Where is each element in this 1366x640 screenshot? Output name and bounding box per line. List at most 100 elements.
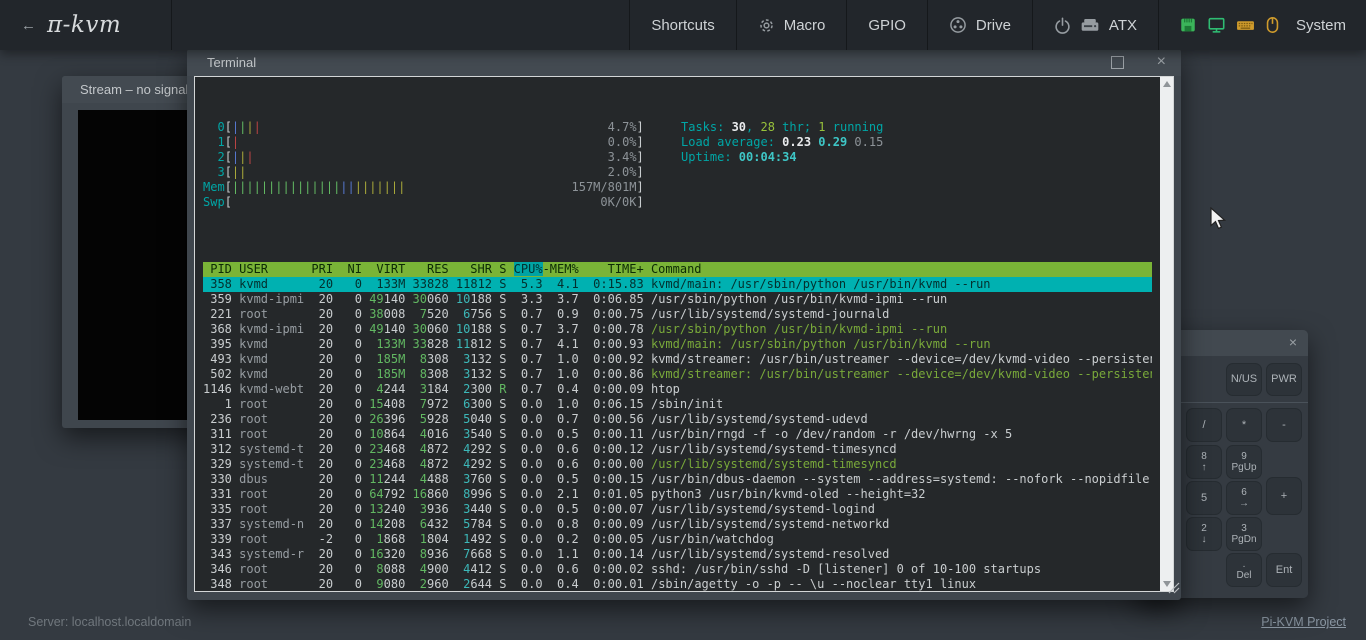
process-row[interactable]: 346 root 20 0 8088 4900 4412 S 0.0 0.6 0…: [203, 562, 1152, 577]
htop-output: 0[|||| 4.7%] 1[| 0.0%] 2[||| 3.4%] 3[||: [203, 77, 1152, 591]
key-6[interactable]: 6→: [1226, 481, 1262, 515]
menu-item-gpio[interactable]: GPIO: [846, 0, 927, 50]
key-plus[interactable]: +: [1266, 477, 1302, 515]
key-divide[interactable]: /: [1186, 408, 1222, 442]
pikvm-logo: π-kvm: [47, 12, 121, 38]
server-hostname: Server: localhost.localdomain: [28, 615, 191, 629]
key-sublabel: ↓: [1202, 534, 1207, 545]
key-8[interactable]: 8↑: [1186, 445, 1222, 479]
ethernet-status-icon: [1179, 16, 1197, 34]
process-row[interactable]: 329 systemd-t 20 0 23468 4872 4292 S 0.0…: [203, 457, 1152, 472]
key-subtract[interactable]: -: [1266, 408, 1302, 442]
terminal-title: Terminal: [207, 55, 256, 70]
maximize-icon[interactable]: [1111, 56, 1124, 69]
menu-item-label: Shortcuts: [651, 17, 714, 34]
stream-title: Stream – no signal: [80, 82, 188, 97]
key-enter[interactable]: Ent: [1266, 553, 1302, 587]
cpu-meter: 1[| 0.0%]: [203, 135, 1152, 150]
key-sublabel: ↑: [1202, 462, 1207, 473]
key-label: .: [1243, 559, 1246, 570]
key-numlock[interactable]: N/US: [1226, 363, 1262, 396]
pikvm-project-link[interactable]: Pi-KVM Project: [1261, 615, 1346, 629]
process-row[interactable]: 331 root 20 0 64792 16860 8996 S 0.0 2.1…: [203, 487, 1152, 502]
process-row[interactable]: 339 root -2 0 1868 1804 1492 S 0.0 0.2 0…: [203, 532, 1152, 547]
cpu-meter: 2[||| 3.4%]: [203, 150, 1152, 165]
pikvm-app: ← π-kvm Shortcuts Macro GPIO Drive ATX Syste…: [0, 0, 1366, 640]
summary-line: Load average: 0.23 0.29 0.15: [681, 135, 883, 150]
system-group[interactable]: System: [1158, 0, 1366, 50]
process-row[interactable]: 1 root 20 0 15408 7972 6300 S 0.0 1.0 0:…: [203, 397, 1152, 412]
key-label: 3: [1241, 523, 1247, 534]
key-dot[interactable]: .Del: [1226, 553, 1262, 587]
disc-icon: [949, 16, 967, 34]
key-multiply[interactable]: *: [1226, 408, 1262, 442]
menu-item-label: Macro: [784, 17, 826, 34]
resize-grip-icon[interactable]: [1164, 578, 1180, 599]
monitor-status-icon: [1207, 16, 1226, 34]
terminal-window: Terminal × 0[|||| 4.7%] 1[| 0.0%] 2[|||: [187, 49, 1181, 600]
key-2[interactable]: 2↓: [1186, 517, 1222, 551]
key-3[interactable]: 3PgDn: [1226, 517, 1262, 551]
process-row[interactable]: 358 kvmd 20 0 133M 33828 11812 S 5.3 4.1…: [203, 277, 1152, 292]
terminal-screen[interactable]: 0[|||| 4.7%] 1[| 0.0%] 2[||| 3.4%] 3[||: [194, 76, 1174, 592]
process-row[interactable]: 221 root 20 0 38008 7520 6756 S 0.7 0.9 …: [203, 307, 1152, 322]
key-power[interactable]: PWR: [1266, 363, 1302, 396]
process-row[interactable]: 502 kvmd 20 0 185M 8308 3132 S 0.7 1.0 0…: [203, 367, 1152, 382]
terminal-scrollbar[interactable]: [1160, 77, 1173, 591]
back-arrow-icon[interactable]: ←: [21, 17, 36, 34]
keypad-close-icon[interactable]: ×: [1289, 334, 1297, 350]
menu-item-shortcuts[interactable]: Shortcuts: [629, 0, 735, 50]
key-label: 9: [1241, 451, 1247, 462]
header-spacer: [172, 0, 629, 50]
key-label: 2: [1201, 523, 1207, 534]
process-row[interactable]: 395 kvmd 20 0 133M 33828 11812 S 0.7 4.1…: [203, 337, 1152, 352]
summary-line: Uptime: 00:04:34: [681, 150, 883, 165]
key-sublabel: →: [1239, 498, 1249, 509]
process-row[interactable]: 312 systemd-t 20 0 23468 4872 4292 S 0.0…: [203, 442, 1152, 457]
mouse-status-icon: [1265, 16, 1280, 34]
key-9[interactable]: 9PgUp: [1226, 445, 1262, 479]
process-row[interactable]: 348 root 20 0 9080 2960 2644 S 0.0 0.4 0…: [203, 577, 1152, 591]
server-icon: [1080, 17, 1100, 33]
process-row[interactable]: 359 kvmd-ipmi 20 0 49140 30060 10188 S 3…: [203, 292, 1152, 307]
process-row[interactable]: 330 dbus 20 0 11244 4488 3760 S 0.0 0.5 …: [203, 472, 1152, 487]
process-row[interactable]: 236 root 20 0 26396 5928 5040 S 0.0 0.7 …: [203, 412, 1152, 427]
key-label: 6: [1241, 487, 1247, 498]
cpu-meter: 0[|||| 4.7%]: [203, 120, 1152, 135]
process-row[interactable]: 337 systemd-n 20 0 14208 6432 5784 S 0.0…: [203, 517, 1152, 532]
system-label: System: [1296, 17, 1346, 34]
mouse-cursor: [1210, 207, 1232, 236]
menu-item-atx[interactable]: ATX: [1032, 0, 1158, 50]
process-row[interactable]: 493 kvmd 20 0 185M 8308 3132 S 0.7 1.0 0…: [203, 352, 1152, 367]
cpu-meter: Swp[ 0K/0K]: [203, 195, 1152, 210]
cpu-meter: 3[|| 2.0%]: [203, 165, 1152, 180]
logo-section: ← π-kvm: [0, 0, 172, 50]
close-icon[interactable]: ×: [1157, 52, 1166, 72]
summary-line: Tasks: 30, 28 thr; 1 running: [681, 120, 883, 135]
htop-meters: 0[|||| 4.7%] 1[| 0.0%] 2[||| 3.4%] 3[||: [203, 120, 1152, 210]
htop-header-row: PID USER PRI NI VIRT RES SHR S CPU%-MEM%…: [203, 262, 1152, 277]
header-menu: Shortcuts Macro GPIO Drive ATX: [629, 0, 1158, 50]
htop-summary: Tasks: 30, 28 thr; 1 runningLoad average…: [681, 120, 883, 165]
process-row[interactable]: 343 systemd-r 20 0 16320 8936 7668 S 0.0…: [203, 547, 1152, 562]
gear-icon: [758, 17, 775, 34]
menu-item-drive[interactable]: Drive: [927, 0, 1032, 50]
menu-item-label: ATX: [1109, 17, 1137, 34]
terminal-titlebar[interactable]: Terminal: [187, 49, 1181, 76]
power-icon: [1054, 17, 1071, 34]
htop-table: PID USER PRI NI VIRT RES SHR S CPU%-MEM%…: [203, 262, 1152, 591]
key-label: 8: [1201, 451, 1207, 462]
key-sublabel: PgUp: [1231, 462, 1256, 473]
scroll-up-icon[interactable]: [1163, 81, 1171, 87]
menu-item-label: GPIO: [868, 17, 906, 34]
process-row[interactable]: 368 kvmd-ipmi 20 0 49140 30060 10188 S 0…: [203, 322, 1152, 337]
key-sublabel: PgDn: [1231, 534, 1256, 545]
menu-item-macro[interactable]: Macro: [736, 0, 847, 50]
process-row[interactable]: 311 root 20 0 10864 4016 3540 S 0.0 0.5 …: [203, 427, 1152, 442]
process-row[interactable]: 1146 kvmd-webt 20 0 4244 3184 2300 R 0.7…: [203, 382, 1152, 397]
process-row[interactable]: 335 root 20 0 13240 3936 3440 S 0.0 0.5 …: [203, 502, 1152, 517]
key-sublabel: Del: [1236, 570, 1251, 581]
key-5[interactable]: 5: [1186, 481, 1222, 515]
menu-item-label: Drive: [976, 17, 1011, 34]
keyboard-status-icon: [1236, 17, 1255, 33]
